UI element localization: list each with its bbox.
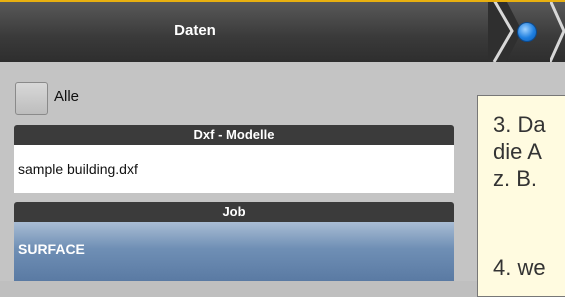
note-line: z. B. (493, 166, 538, 191)
job-name: SURFACE (18, 241, 85, 257)
note-line: die A (493, 139, 542, 164)
dxf-models-header: Dxf - Modelle (14, 125, 454, 145)
note-line: 3. Da (493, 112, 546, 137)
list-item[interactable]: sample building.dxf (14, 145, 454, 193)
note-line: 4. we (493, 255, 546, 280)
list-item[interactable]: SURFACE (14, 222, 454, 281)
page-title: Daten (174, 22, 216, 39)
select-all-checkbox[interactable] (15, 82, 48, 115)
top-bar: Daten (0, 0, 565, 62)
instruction-note: 3. Da die A z. B. 4. we (477, 95, 565, 297)
dxf-file-name: sample building.dxf (18, 161, 138, 177)
top-accent-line (0, 0, 565, 2)
chevron-separator-icon (550, 0, 565, 62)
select-all-label: Alle (54, 88, 80, 105)
step-indicator-icon[interactable] (518, 23, 536, 41)
job-header: Job (14, 202, 454, 222)
